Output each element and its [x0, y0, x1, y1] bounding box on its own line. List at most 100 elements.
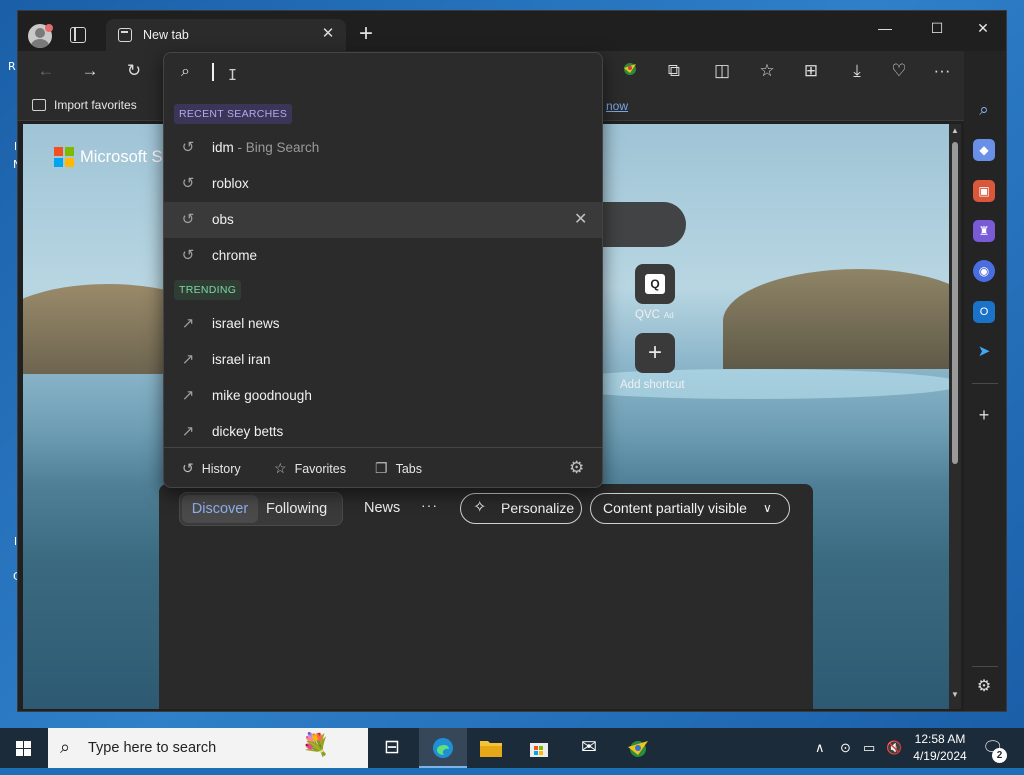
taskbar-clock[interactable]: 12:58 AM 4/19/2024	[909, 731, 971, 765]
recent-search-item[interactable]: ↺ idm - Bing Search	[164, 130, 602, 166]
shopping-icon[interactable]: ◆	[973, 139, 995, 161]
address-input[interactable]: ⌕ I	[164, 53, 602, 93]
windows-logo-icon	[16, 741, 23, 748]
tab-following[interactable]: Following	[266, 495, 327, 523]
import-favorites-label: Import favorites	[54, 98, 137, 112]
manage-favorites-link[interactable]: now	[606, 99, 628, 113]
minimize-button[interactable]: —	[865, 17, 905, 39]
add-shortcut-label: Add shortcut	[620, 379, 685, 391]
suggestion-query: idm	[212, 140, 234, 155]
outlook-icon[interactable]: O	[973, 301, 995, 323]
search-icon[interactable]: ⌕	[973, 99, 995, 121]
tab-close-icon[interactable]: ✕	[320, 26, 336, 42]
new-tab-button[interactable]: +	[354, 22, 378, 47]
recent-search-item-highlighted[interactable]: ↺ obs ✕	[164, 202, 602, 238]
store-icon[interactable]	[515, 728, 563, 768]
maximize-button[interactable]: ☐	[917, 17, 957, 39]
chevron-down-icon: ∨	[763, 501, 772, 515]
trending-query: israel news	[212, 316, 280, 331]
idm-taskbar-icon[interactable]	[614, 728, 662, 768]
split-screen-button[interactable]: ◫	[710, 59, 734, 83]
shortcut-qvc[interactable]: Q	[635, 264, 675, 304]
sidebar-settings-icon[interactable]: ⚙	[973, 676, 995, 698]
address-bar-suggestions: ⌕ I RECENT SEARCHES ↺ idm - Bing Search …	[163, 52, 603, 488]
windows-logo-icon	[24, 741, 31, 748]
mail-icon[interactable]: ✉	[565, 728, 613, 768]
clock-time: 12:58 AM	[914, 732, 966, 746]
taskbar-search-placeholder: Type here to search	[88, 740, 217, 756]
windows-logo-icon	[24, 749, 31, 756]
sidebar-divider	[972, 383, 998, 384]
trending-item[interactable]: ↗ dickey betts	[164, 414, 602, 450]
recent-search-item[interactable]: ↺ chrome	[164, 238, 602, 274]
favorites-button[interactable]: ☆	[755, 59, 779, 83]
extensions-button[interactable]: ⧉	[662, 59, 686, 83]
remove-suggestion-icon[interactable]: ✕	[574, 210, 587, 230]
favorites-filter-button[interactable]: ☆ Favorites	[274, 460, 346, 477]
tab-news[interactable]: News	[364, 500, 400, 516]
trending-query: mike goodnough	[212, 388, 312, 403]
suggestion-query: obs	[212, 212, 234, 227]
windows-logo-icon	[16, 749, 23, 756]
page-scrollbar[interactable]: ▲ ▼	[949, 124, 961, 709]
settings-and-more-button[interactable]: ···	[930, 59, 954, 83]
brand-text: Microsoft S	[80, 148, 163, 166]
recent-search-item[interactable]: ↺ roblox	[164, 166, 602, 202]
avatar-body	[31, 39, 49, 48]
history-icon: ↺	[182, 460, 194, 476]
trending-item[interactable]: ↗ mike goodnough	[164, 378, 602, 414]
tabs-filter-button[interactable]: ❐ Tabs	[375, 460, 422, 477]
tab-actions-icon[interactable]	[70, 27, 86, 43]
taskbar-search-box[interactable]: ⌕ Type here to search 💐	[48, 728, 368, 768]
tab-discover[interactable]: Discover	[182, 495, 258, 523]
scroll-up-icon[interactable]: ▲	[951, 126, 959, 135]
refresh-button[interactable]: ↻	[122, 59, 146, 83]
trending-item[interactable]: ↗ israel news	[164, 306, 602, 342]
copilot-sidebar-icon[interactable]: ◉	[973, 260, 995, 282]
collections-button[interactable]: ⊞	[799, 59, 823, 83]
downloads-button[interactable]: ⤓	[845, 59, 869, 83]
browser-essentials-button[interactable]: ♡	[887, 59, 911, 83]
avatar-head	[35, 28, 45, 38]
personalize-button[interactable]: ✧ Personalize	[460, 493, 582, 524]
history-icon: ↺	[181, 175, 195, 192]
feed-more-button[interactable]: ···	[421, 497, 438, 513]
back-button[interactable]: ←	[34, 59, 58, 83]
trending-item[interactable]: ↗ israel iran	[164, 342, 602, 378]
file-explorer-icon[interactable]	[467, 728, 515, 768]
scroll-down-icon[interactable]: ▼	[951, 690, 959, 699]
show-hidden-icons[interactable]: ∧	[815, 728, 825, 768]
clock-date: 4/19/2024	[913, 749, 967, 763]
extension-icon[interactable]	[618, 59, 642, 83]
history-icon: ↺	[181, 139, 195, 156]
star-icon: ☆	[274, 460, 287, 476]
suggestion-settings-icon[interactable]: ⚙	[569, 458, 584, 478]
tab-new-tab[interactable]: New tab ✕	[106, 19, 346, 51]
content-visibility-dropdown[interactable]: Content partially visible ∨	[590, 493, 790, 524]
start-button[interactable]	[0, 728, 48, 768]
suggestion-text: idm - Bing Search	[212, 140, 319, 155]
volume-muted-icon[interactable]: 🔇	[886, 728, 902, 768]
history-filter-button[interactable]: ↺ History	[182, 460, 241, 477]
meet-now-icon[interactable]: ⊙	[840, 728, 851, 768]
add-shortcut-button[interactable]: +	[635, 333, 675, 373]
desktop-icon-label[interactable]: R	[8, 60, 16, 73]
edge-taskbar-icon[interactable]	[419, 728, 467, 768]
network-icon[interactable]: ▭	[863, 728, 875, 768]
import-favorites-button[interactable]: Import favorites	[32, 98, 137, 112]
task-view-icon[interactable]: ⊟	[368, 728, 416, 768]
scrollbar-thumb[interactable]	[952, 142, 958, 464]
forward-button[interactable]: →	[78, 59, 102, 83]
games-icon[interactable]: ♜	[973, 220, 995, 242]
trending-icon: ↗	[181, 315, 195, 332]
history-icon: ↺	[181, 247, 195, 264]
trending-query: israel iran	[212, 352, 271, 367]
drop-icon[interactable]: ➤	[973, 341, 995, 363]
add-sidebar-app-icon[interactable]: +	[973, 404, 995, 426]
tools-icon[interactable]: ▣	[973, 180, 995, 202]
tabs-filter-label: Tabs	[395, 462, 422, 476]
close-window-button[interactable]: ✕	[963, 17, 1003, 39]
suggestion-source: - Bing Search	[233, 140, 320, 155]
import-favorites-icon	[32, 99, 46, 111]
suggestion-query: roblox	[212, 176, 249, 191]
